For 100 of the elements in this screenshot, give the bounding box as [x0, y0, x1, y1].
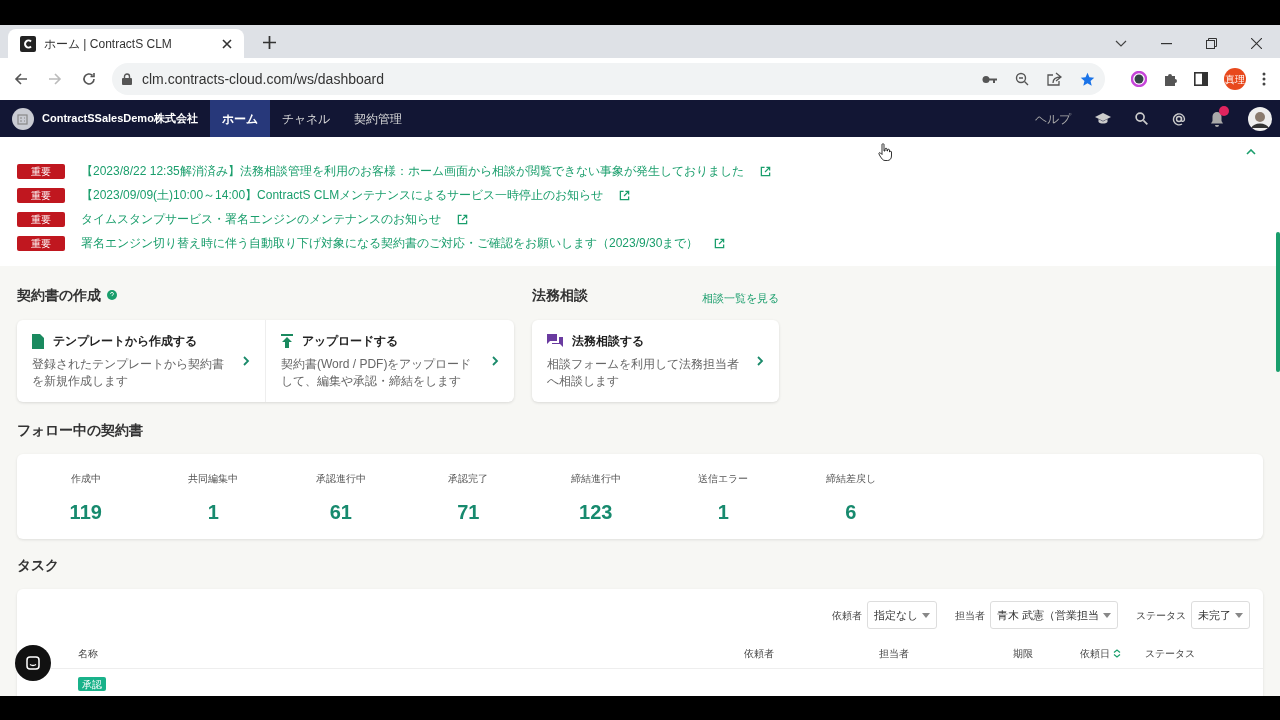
search-icon[interactable] — [1135, 112, 1148, 125]
user-avatar[interactable] — [1248, 106, 1272, 131]
collapse-icon[interactable] — [1246, 149, 1256, 155]
nav-tab[interactable]: 契約管理 — [341, 100, 414, 137]
key-icon[interactable] — [982, 74, 997, 84]
stat-label: 締結進行中 — [570, 472, 621, 486]
nav-tab[interactable]: ホーム — [209, 100, 270, 137]
profile-avatar[interactable]: 真理 — [1224, 68, 1246, 90]
filter-value: 未完了 — [1198, 607, 1231, 623]
column-header: 期限 — [1013, 648, 1033, 659]
stat-count[interactable]: 1 — [207, 502, 219, 522]
tab-title: ホーム | ContractS CLM — [44, 35, 173, 53]
caret-down-icon — [921, 612, 930, 618]
notice-link[interactable]: タイムスタンプサービス・署名エンジンのメンテナンスのお知らせ — [81, 211, 441, 228]
building-icon — [12, 107, 34, 130]
close-window-icon[interactable] — [1251, 38, 1262, 49]
color-ring-icon[interactable] — [1131, 71, 1147, 87]
filter-label: 依頼者 — [831, 608, 862, 623]
bell-icon[interactable] — [1210, 110, 1224, 127]
importance-badge: 重要 — [17, 212, 65, 227]
column-header[interactable]: 依頼日 — [1080, 646, 1110, 661]
scrollbar[interactable] — [1276, 232, 1280, 372]
section-title: タスク — [17, 557, 59, 573]
zoom-out-icon[interactable] — [1015, 72, 1029, 86]
side-panel-icon[interactable] — [1194, 72, 1208, 86]
company-name: ContractSSalesDemo株式会社 — [42, 111, 198, 127]
restore-icon[interactable] — [1206, 38, 1217, 49]
caret-down-icon — [1103, 612, 1111, 618]
star-icon[interactable] — [1080, 71, 1095, 87]
browser-tab[interactable]: ホーム | ContractS CLM — [8, 29, 244, 58]
mention-icon[interactable] — [1172, 111, 1186, 126]
puzzle-icon[interactable] — [1163, 71, 1178, 87]
notice-link[interactable]: 【2023/09/09(土)10:00～14:00】ContractS CLMメンテナンスによるサービス一時停止のお知らせ — [81, 187, 604, 204]
graduation-cap-icon[interactable] — [1095, 112, 1111, 125]
stat-label: 送信エラー — [698, 472, 749, 486]
filter-dropdown[interactable]: 未完了 — [1191, 601, 1250, 629]
notice-link[interactable]: 【2023/8/22 12:35解消済み】法務相談管理を利用のお客様：ホーム画面から相談が閲覧できない事象が発生しておりました — [81, 163, 744, 180]
external-link-icon[interactable] — [714, 238, 726, 249]
column-header: ステータス — [1145, 648, 1195, 659]
column-header: 依頼者 — [744, 648, 774, 659]
back-icon[interactable] — [14, 72, 28, 86]
filter-value: 指定なし — [873, 607, 918, 623]
chat-bubble-icon — [26, 656, 40, 670]
stat-label: 承認完了 — [448, 472, 489, 486]
minimize-icon[interactable] — [1161, 42, 1172, 45]
column-header: 名称 — [78, 648, 98, 659]
action-card[interactable]: 法務相談する 相談フォームを利用して法務担当者へ相談します — [532, 320, 779, 402]
section-title: フォロー中の契約書 — [17, 422, 143, 438]
filter-value: 青木 武憲（営業担当 — [996, 607, 1099, 623]
external-link-icon[interactable] — [457, 214, 468, 225]
card-description: 相談フォームを利用して法務担当者へ相談します — [547, 356, 740, 390]
importance-badge: 重要 — [17, 236, 65, 251]
chevron-right-icon — [491, 356, 499, 366]
new-tab-icon[interactable] — [263, 36, 276, 49]
help-icon[interactable] — [107, 290, 117, 300]
nav-tab[interactable]: チャネル — [269, 100, 342, 137]
filter-dropdown[interactable]: 指定なし — [866, 601, 937, 629]
url-text: clm.contracts-cloud.com/ws/dashboard — [142, 69, 384, 89]
share-icon[interactable] — [1047, 72, 1062, 86]
stat-count[interactable]: 6 — [845, 502, 857, 522]
stat-count[interactable]: 119 — [69, 502, 102, 522]
help-link[interactable]: ヘルプ — [1035, 109, 1071, 128]
external-link-icon[interactable] — [759, 166, 771, 177]
stat-label: 締結差戻し — [825, 472, 876, 486]
notice-link[interactable]: 署名エンジン切り替え時に伴う自動取り下げ対象になる契約書のご対応・ご確認をお願いします（2023/9/30まで） — [81, 235, 699, 252]
chevron-right-icon — [242, 356, 250, 366]
chat-icon — [547, 334, 563, 348]
chevron-right-icon — [756, 356, 764, 366]
stat-label: 承認進行中 — [315, 472, 366, 486]
section-title: 法務相談 — [532, 285, 588, 305]
pointer-cursor-icon — [878, 143, 892, 161]
importance-badge: 重要 — [17, 188, 65, 203]
stat-count[interactable]: 1 — [717, 502, 729, 522]
external-link-icon[interactable] — [619, 190, 631, 201]
stat-count[interactable]: 71 — [457, 502, 480, 522]
filter-label: ステータス — [1136, 608, 1186, 623]
card-title: テンプレートから作成する — [53, 333, 197, 350]
card-description: 登録されたテンプレートから契約書を新規作成します — [32, 356, 225, 390]
card-title: アップロードする — [302, 333, 398, 350]
action-card[interactable]: アップロードする 契約書(Word / PDF)をアップロードして、編集や承認・締結をします — [265, 320, 514, 402]
caret-down-icon — [1235, 612, 1243, 618]
filter-label: 担当者 — [954, 608, 985, 623]
action-card[interactable]: テンプレートから作成する 登録されたテンプレートから契約書を新規作成します — [17, 320, 265, 402]
stat-count[interactable]: 123 — [579, 502, 613, 522]
chevron-down-icon[interactable] — [1115, 40, 1127, 47]
document-icon — [32, 333, 44, 349]
status-badge: 承認 — [78, 677, 106, 691]
close-icon[interactable] — [222, 38, 232, 49]
more-icon[interactable] — [1262, 72, 1266, 86]
reload-icon[interactable] — [82, 72, 96, 86]
stat-label: 作成中 — [70, 472, 101, 486]
stat-count[interactable]: 61 — [329, 502, 352, 522]
address-bar[interactable]: clm.contracts-cloud.com/ws/dashboard — [112, 63, 1105, 95]
sort-icon[interactable] — [1113, 649, 1121, 658]
lock-icon[interactable] — [122, 73, 132, 85]
column-header: 担当者 — [879, 648, 909, 659]
filter-dropdown[interactable]: 青木 武憲（営業担当 — [989, 601, 1118, 629]
card-description: 契約書(Word / PDF)をアップロードして、編集や承認・締結をします — [281, 356, 473, 390]
site-favicon — [20, 35, 36, 52]
stat-label: 共同編集中 — [188, 472, 239, 486]
